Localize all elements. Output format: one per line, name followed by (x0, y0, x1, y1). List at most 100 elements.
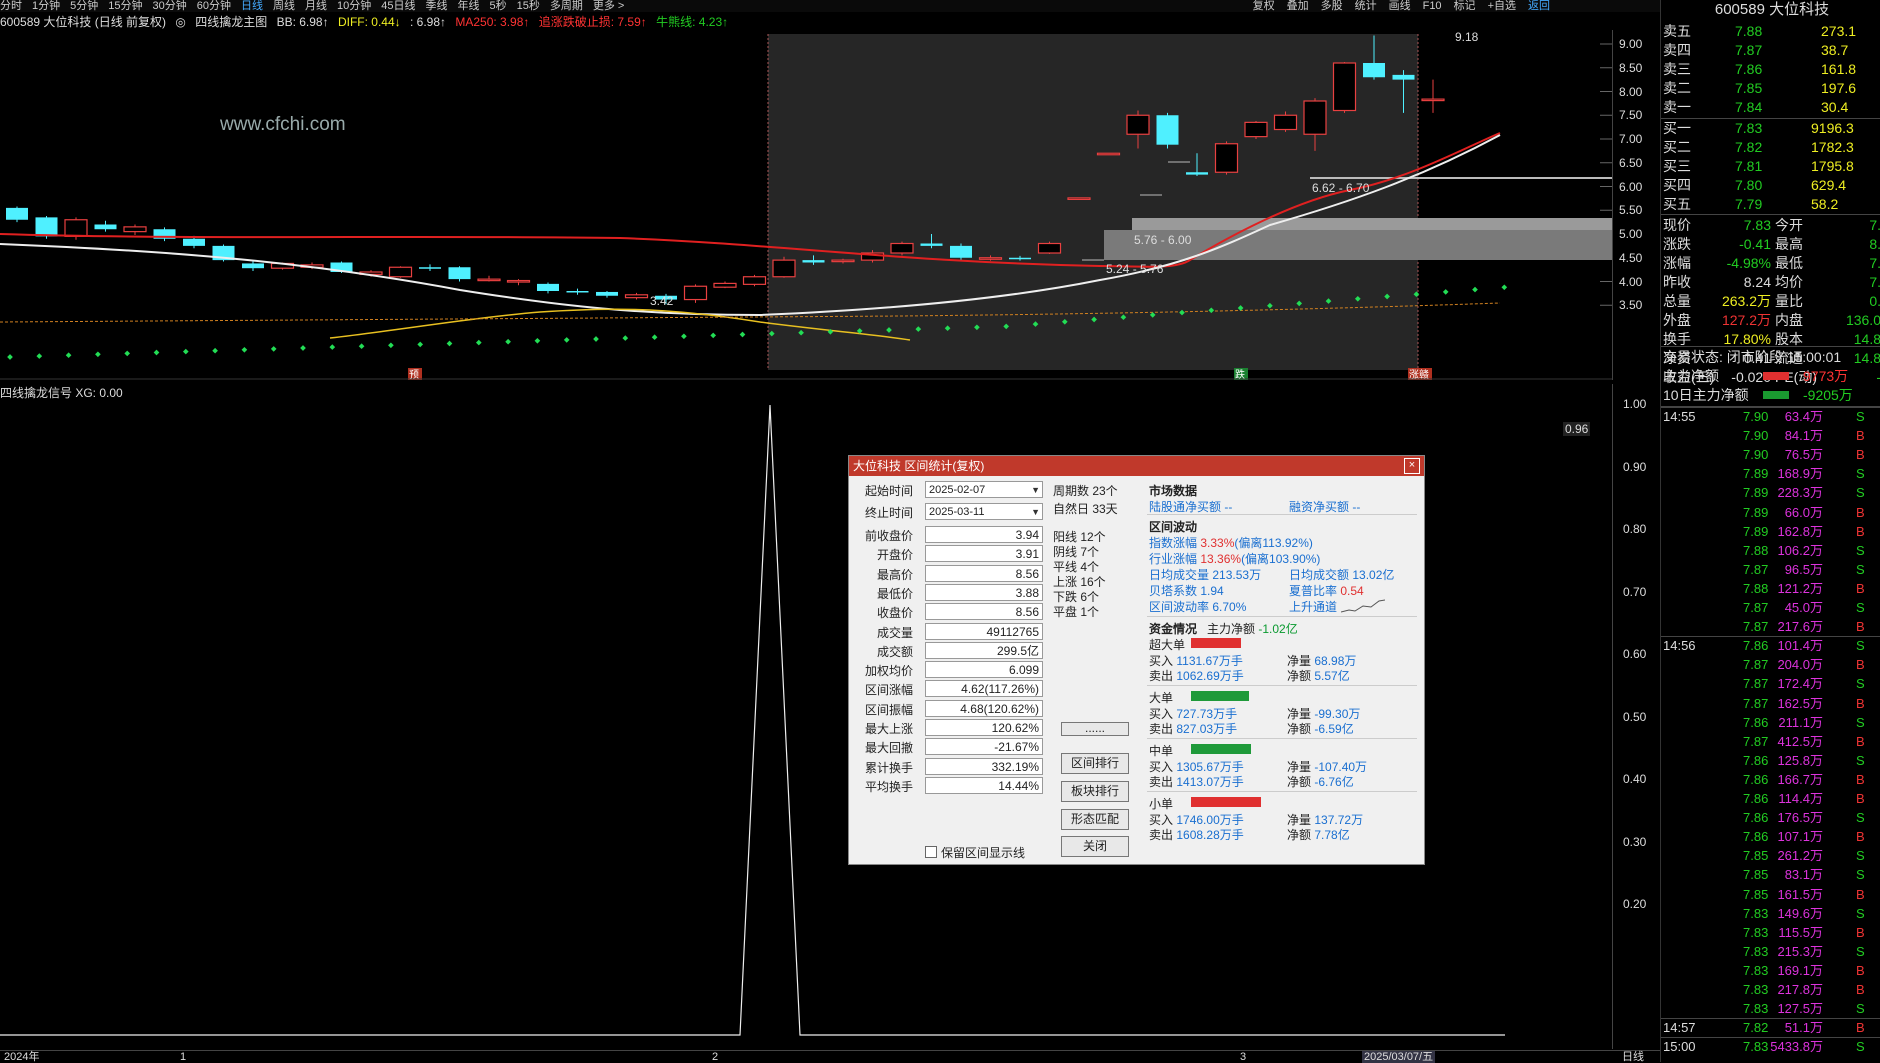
stat-label-2: 最高 (1775, 236, 1803, 252)
tick-price: 7.83 (1743, 982, 1769, 997)
start-time-picker[interactable]: 2025-02-07 ▼ (925, 481, 1043, 498)
tick-row: 7.88 106.2万 S (1663, 542, 1880, 560)
divider (1147, 791, 1417, 792)
field-value: 3.91 (925, 545, 1043, 563)
period-tab-12[interactable]: 年线 (458, 0, 480, 12)
tick-price: 7.87 (1743, 619, 1769, 635)
indicator-name[interactable]: 四线擒龙主图 (195, 15, 267, 29)
beta-label: 贝塔系数 (1149, 584, 1198, 598)
stat-value: 127.2万 (1721, 312, 1771, 328)
signal-dot (446, 340, 453, 347)
price-axis-label: 9.00 (1619, 37, 1643, 51)
tick-volume: 51.1万 (1784, 1020, 1823, 1036)
dialog-button-1[interactable]: 区间排行 (1061, 753, 1129, 774)
candlestick-chart[interactable]: www.cfchi.com 9.18 3.42 6.62 - 6.70 5.76… (0, 30, 1612, 380)
right-tool-3[interactable]: 统计 (1355, 0, 1377, 12)
period-tab-15[interactable]: 多周期 (550, 0, 583, 12)
tick-side: S (1856, 943, 1865, 959)
bull-line-value: 牛熊线: 4.23↑ (656, 15, 729, 29)
net-volume-value: 68.98万 (1314, 654, 1357, 668)
field-value: 4.68(120.62%) (925, 699, 1043, 717)
bid-label: 买一 (1663, 120, 1691, 136)
tick-price: 7.85 (1743, 848, 1769, 864)
tick-side: B (1856, 982, 1865, 997)
diff-value: DIFF: 0.44↓ (337, 15, 401, 29)
tick-row: 14:56 7.86 101.4万 S (1661, 636, 1880, 655)
tick-price: 7.85 (1743, 886, 1769, 902)
tick-row: 7.83 115.5万 B (1663, 924, 1880, 942)
period-tab-13[interactable]: 5秒 (490, 0, 507, 12)
period-tab-10[interactable]: 45日线 (381, 0, 415, 12)
period-tab-14[interactable]: 15秒 (517, 0, 540, 12)
fund-group-bar (1191, 744, 1251, 754)
chevron-down-icon[interactable]: ▼ (1031, 482, 1040, 499)
period-tab-2[interactable]: 5分钟 (70, 0, 98, 12)
dialog-button-0[interactable]: ...... (1061, 722, 1129, 736)
period-tab-16[interactable]: 更多 > (593, 0, 624, 12)
right-tool-1[interactable]: 叠加 (1287, 0, 1309, 12)
right-tool-2[interactable]: 多股 (1321, 0, 1343, 12)
dialog-button-3[interactable]: 形态匹配 (1061, 809, 1129, 830)
dialog-titlebar[interactable]: 大位科技 区间统计(复权) × (849, 456, 1424, 476)
tick-side: S (1856, 867, 1865, 883)
price-axis-label: 7.00 (1619, 132, 1643, 146)
period-tab-4[interactable]: 30分钟 (153, 0, 187, 12)
candle-body (419, 267, 441, 269)
candle-body (448, 267, 471, 280)
stat-row: 总量 263.2万 量比 0. (1663, 292, 1880, 311)
period-tab-11[interactable]: 季线 (426, 0, 448, 12)
time-axis: 2024年 1 2 3 2025/03/07/五 日线 (0, 1050, 1660, 1063)
settings-icon[interactable]: ◎ (175, 15, 185, 29)
tick-price: 7.87 (1743, 676, 1769, 692)
end-time-value: 2025-03-11 (929, 506, 985, 518)
tick-row: 7.89 66.0万 B (1663, 504, 1880, 522)
dialog-button-4[interactable]: 关闭 (1061, 836, 1129, 857)
field-value: 14.44% (925, 776, 1043, 794)
index-change-label: 指数涨幅 (1149, 536, 1198, 550)
signal-dot (212, 347, 218, 354)
tick-volume: 261.2万 (1777, 848, 1823, 864)
right-tool-6[interactable]: 标记 (1454, 0, 1476, 12)
chevron-down-icon[interactable]: ▼ (1031, 504, 1040, 521)
dialog-button-2[interactable]: 板块排行 (1061, 781, 1129, 802)
right-tool-7[interactable]: +自选 (1488, 0, 1516, 12)
end-time-picker[interactable]: 2025-03-11 ▼ (925, 503, 1043, 520)
avg-volume: 日均成交量 213.53万 (1149, 566, 1261, 583)
period-tab-5[interactable]: 60分钟 (197, 0, 231, 12)
candle-body (624, 294, 649, 299)
ask-volume: 30.4 (1821, 99, 1849, 115)
main-net-row: 主力净额 -1.02亿 (1207, 620, 1298, 637)
beta-value: 1.94 (1200, 584, 1224, 598)
period-tab-8[interactable]: 月线 (305, 0, 327, 12)
right-tool-0[interactable]: 复权 (1253, 0, 1275, 12)
period-tab-3[interactable]: 15分钟 (108, 0, 142, 12)
avg-volume-label: 日均成交量 (1149, 568, 1210, 582)
tick-side: B (1856, 447, 1865, 463)
right-tool-4[interactable]: 画线 (1389, 0, 1411, 12)
field-label: 累计换手 (864, 760, 913, 775)
net-volume-label: 净量 (1287, 760, 1312, 774)
signal-dot (593, 336, 599, 342)
tag-yu: 预 (409, 369, 419, 380)
tick-price: 7.87 (1743, 561, 1769, 577)
signal-dot (534, 337, 541, 344)
low-label: 3.42 (650, 294, 674, 308)
period-tab-0[interactable]: 分时 (0, 0, 22, 12)
xaxis-year: 2024年 (4, 1051, 40, 1063)
main-net-label: 主力净额 (1207, 622, 1256, 636)
period-tab-1[interactable]: 1分钟 (32, 0, 60, 12)
tick-volume: 162.8万 (1777, 523, 1823, 539)
right-tool-5[interactable]: F10 (1423, 0, 1442, 12)
period-tab-7[interactable]: 周线 (273, 0, 295, 12)
right-tool-8[interactable]: 返回 (1528, 0, 1550, 12)
sell-label: 卖出 (1149, 775, 1174, 789)
tick-side: S (1856, 1039, 1865, 1055)
ask-row: 卖一 7.84 30.4 (1663, 98, 1880, 117)
period-tab-6[interactable]: 日线 (241, 0, 263, 12)
keep-range-checkbox[interactable] (925, 846, 937, 858)
close-icon[interactable]: × (1404, 458, 1420, 474)
candle-body (1363, 63, 1385, 78)
tick-volume: 215.3万 (1777, 943, 1823, 959)
bid-volume: 58.2 (1811, 196, 1839, 212)
period-tab-9[interactable]: 10分钟 (337, 0, 371, 12)
